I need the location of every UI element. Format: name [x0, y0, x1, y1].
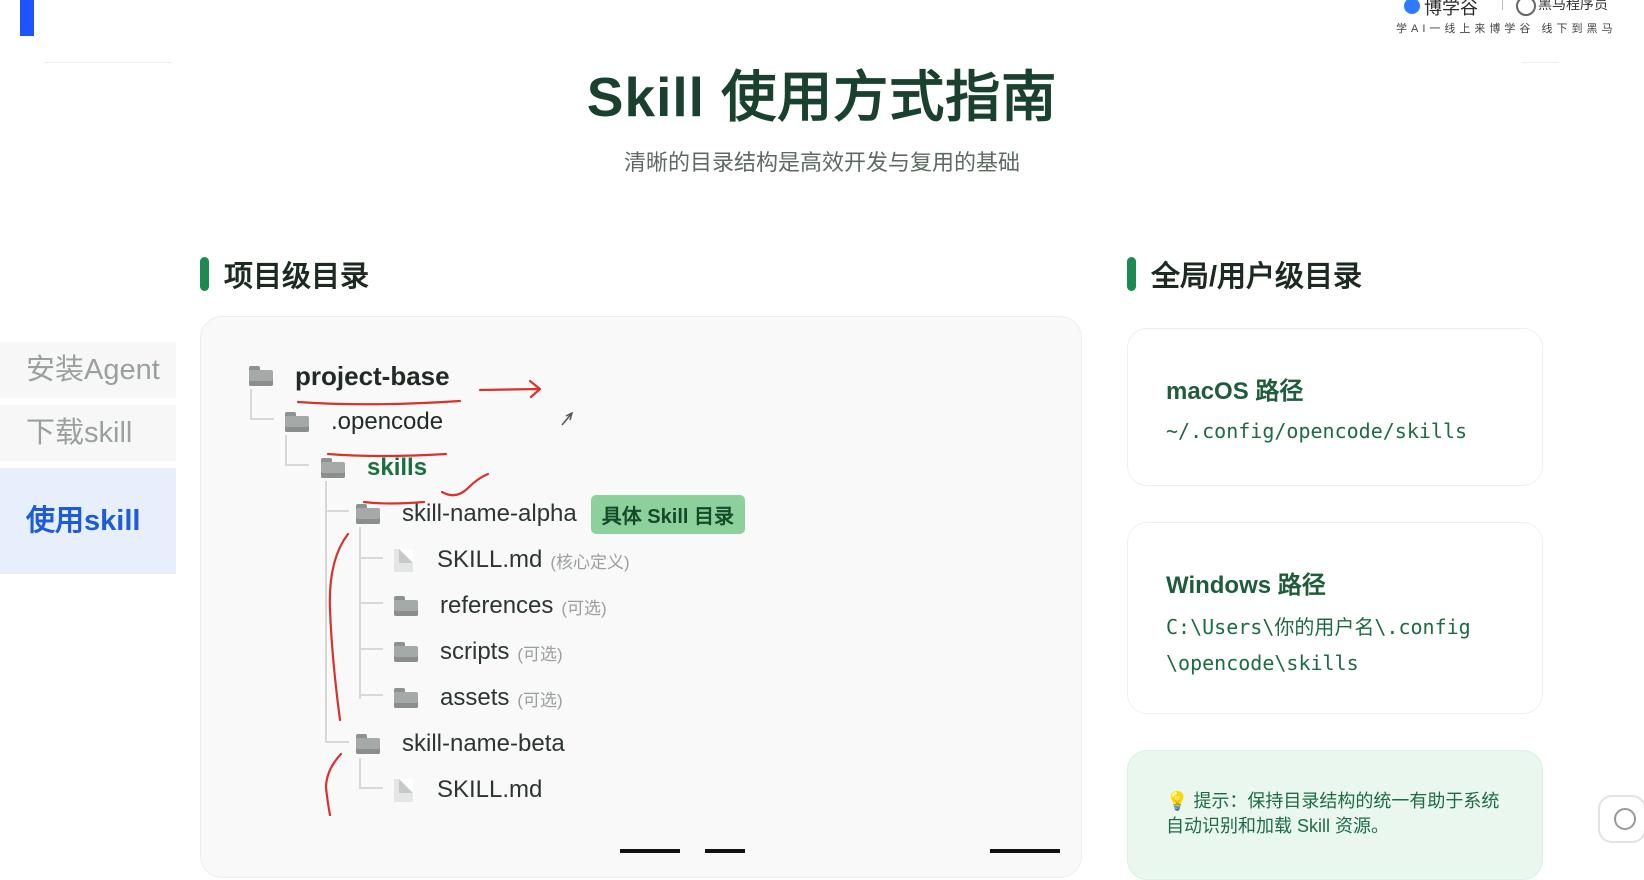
tree-node-label: .opencode: [331, 408, 444, 435]
tree-node-label: SKILL.md: [437, 776, 543, 803]
brand-name-left: 博学谷: [1424, 0, 1478, 18]
tree-node-note: (可选): [517, 690, 563, 710]
windows-path-card: Windows 路径 C:\Users\你的用户名\.config \openc…: [1127, 522, 1543, 714]
tree-node-skill-beta[interactable]: skill-name-beta: [356, 727, 565, 761]
brand-logo-icon: [1404, 0, 1420, 14]
tree-node-label: references: [440, 592, 554, 619]
page-title: Skill 使用方式指南: [586, 66, 1058, 128]
brand-name-right: 黑马程序员: [1538, 0, 1608, 12]
brand-separator: [1502, 0, 1503, 10]
windows-path-title: Windows 路径: [1166, 572, 1326, 599]
tree-node-opencode[interactable]: .opencode: [285, 405, 443, 439]
sidebar-item-download-skill[interactable]: 下载skill: [0, 405, 176, 461]
brand-logo-icon: [1516, 0, 1536, 16]
lightbulb-icon: 💡: [1166, 791, 1189, 811]
folder-icon: [321, 458, 345, 478]
tree-connector: [359, 648, 383, 650]
tree-connector: [359, 787, 383, 789]
folder-icon: [394, 642, 418, 662]
tree-node-beta-skill-md[interactable]: SKILL.md: [394, 773, 542, 807]
tip-text: 提示：保持目录结构的统一有助于系统自动识别和加载 Skill 资源。: [1166, 791, 1500, 836]
folder-icon: [356, 504, 380, 524]
folder-icon: [394, 596, 418, 616]
tree-node-scripts[interactable]: scripts (可选): [394, 635, 563, 669]
tree-node-references[interactable]: references (可选): [394, 589, 607, 623]
project-dir-heading-label: 项目级目录: [224, 261, 370, 293]
macos-path-title: macOS 路径: [1166, 378, 1304, 405]
sidebar-item-use-skill[interactable]: 使用skill: [0, 468, 176, 574]
sidebar-nav: 安装Agent 下载skill 使用skill: [0, 342, 176, 581]
tree-node-project-base[interactable]: project-base: [249, 359, 450, 393]
tree-connector: [359, 602, 383, 604]
tree-connector: [325, 481, 327, 743]
tree-node-note: (可选): [517, 644, 563, 664]
file-icon: [394, 548, 413, 572]
tree-node-skill-alpha[interactable]: skill-name-alpha 具体 Skill 目录: [356, 494, 745, 534]
tree-connector: [359, 557, 383, 559]
directory-tree-panel: project-base .opencode skills skill-name…: [200, 316, 1082, 878]
sidebar-item-install-agent[interactable]: 安装Agent: [0, 342, 176, 398]
skill-dir-badge: 具体 Skill 目录: [590, 494, 745, 534]
tree-connector: [359, 527, 361, 699]
tree-node-label: scripts: [440, 638, 510, 665]
tree-connector: [359, 694, 383, 696]
tip-text-block: 💡 提示：保持目录结构的统一有助于系统自动识别和加载 Skill 资源。: [1166, 789, 1516, 839]
tree-node-label: skills: [367, 454, 428, 481]
tree-connector: [250, 418, 274, 420]
tree-node-label: SKILL.md: [437, 546, 543, 573]
file-icon: [394, 778, 413, 802]
tree-connector: [285, 435, 287, 465]
section-accent-bar: [200, 257, 209, 291]
macos-path-value: ~/.config/opencode/skills: [1166, 419, 1468, 443]
project-dir-heading: 项目级目录: [200, 253, 369, 295]
windows-path-value: C:\Users\你的用户名\.config \opencode\skills: [1166, 609, 1471, 681]
tree-connector: [325, 510, 349, 512]
global-dir-heading: 全局/用户级目录: [1127, 253, 1362, 295]
tree-node-skill-md[interactable]: SKILL.md (核心定义): [394, 543, 630, 577]
windows-path-line: C:\Users\你的用户名\.config: [1166, 615, 1471, 639]
tree-node-label: skill-name-alpha: [402, 500, 577, 527]
page-subtitle: 清晰的目录结构是高效开发与复用的基础: [623, 150, 1020, 175]
brand-slogan: 学AI一线上来博学谷 线下到黑马: [1396, 23, 1617, 35]
tree-node-assets[interactable]: assets (可选): [394, 681, 563, 715]
play-icon[interactable]: [1598, 795, 1644, 843]
global-dir-heading-label: 全局/用户级目录: [1151, 261, 1363, 293]
tree-connector: [250, 389, 252, 419]
folder-icon: [249, 366, 273, 386]
folder-icon: [285, 412, 309, 432]
tree-connector: [325, 741, 349, 743]
tip-card: 💡 提示：保持目录结构的统一有助于系统自动识别和加载 Skill 资源。: [1127, 750, 1543, 880]
tree-connector: [359, 758, 361, 788]
section-accent-bar: [1127, 257, 1136, 291]
brand-logos: 博学谷 黑马程序员 学AI一线上来博学谷 线下到黑马: [1374, 0, 1614, 40]
tree-node-label: assets: [440, 684, 510, 711]
windows-path-line: \opencode\skills: [1166, 651, 1359, 675]
folder-icon: [394, 688, 418, 708]
tree-node-skills[interactable]: skills: [321, 451, 427, 485]
folder-icon: [356, 734, 380, 754]
tree-node-label: skill-name-beta: [402, 730, 565, 757]
tree-node-note: (可选): [561, 598, 607, 618]
top-accent-bar: [20, 0, 34, 36]
tree-node-note: (核心定义): [550, 552, 630, 572]
tree-node-label: project-base: [295, 360, 450, 391]
macos-path-card: macOS 路径 ~/.config/opencode/skills: [1127, 328, 1543, 486]
tree-connector: [285, 464, 309, 466]
